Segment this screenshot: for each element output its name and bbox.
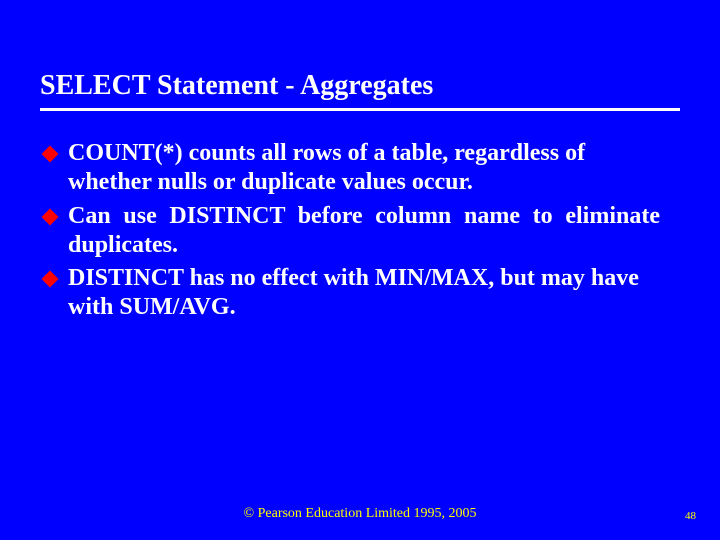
diamond-icon: [42, 146, 59, 163]
list-item: DISTINCT has no effect with MIN/MAX, but…: [40, 264, 660, 323]
diamond-icon: [42, 271, 59, 288]
bullet-text: DISTINCT has no effect with MIN/MAX, but…: [68, 265, 639, 320]
list-item: COUNT(*) counts all rows of a table, reg…: [40, 139, 660, 198]
slide: SELECT Statement - Aggregates COUNT(*) c…: [0, 0, 720, 540]
bullet-text: COUNT(*) counts all rows of a table, reg…: [68, 140, 585, 195]
list-item: Can use DISTINCT before column name to e…: [40, 202, 660, 261]
page-number: 48: [685, 510, 696, 522]
footer-copyright: © Pearson Education Limited 1995, 2005: [0, 506, 720, 522]
bullet-text: Can use DISTINCT before column name to e…: [68, 203, 660, 258]
bullet-list: COUNT(*) counts all rows of a table, reg…: [40, 139, 660, 323]
slide-title: SELECT Statement - Aggregates: [40, 70, 680, 111]
diamond-icon: [42, 208, 59, 225]
